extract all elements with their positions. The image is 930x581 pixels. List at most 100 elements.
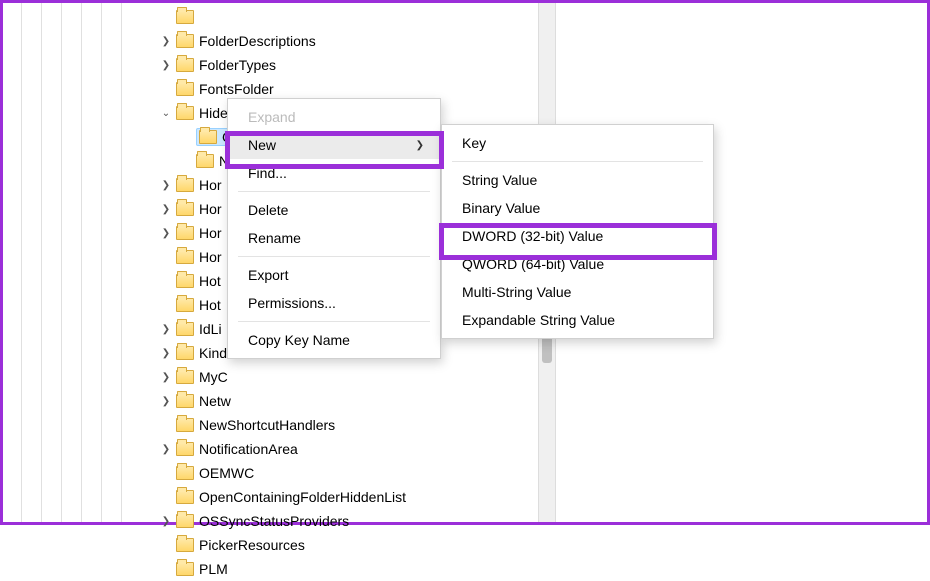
folder-icon bbox=[176, 466, 194, 480]
folder-icon bbox=[176, 394, 194, 408]
chevron-down-icon[interactable]: ⌄ bbox=[158, 105, 174, 121]
tree-node-label: Netw bbox=[199, 393, 237, 409]
chevron-right-icon[interactable]: ❯ bbox=[158, 33, 174, 49]
tree-node-label: IdLi bbox=[199, 321, 229, 337]
tree-node[interactable]: ❯PLM bbox=[3, 557, 543, 581]
menu-item[interactable]: Binary Value bbox=[442, 194, 713, 222]
folder-icon bbox=[176, 418, 194, 432]
new-submenu: Key String Value Binary Value DWORD (32-bit… bbox=[441, 124, 714, 339]
tree-node-label: Hor bbox=[199, 225, 229, 241]
menu-item-label: String Value bbox=[462, 172, 537, 188]
folder-icon bbox=[176, 298, 194, 312]
menu-item[interactable]: Copy Key Name bbox=[228, 326, 440, 354]
chevron-right-icon[interactable]: ❯ bbox=[158, 513, 174, 529]
menu-item[interactable]: Export bbox=[228, 261, 440, 289]
tree-node[interactable]: ❯FindExtensions bbox=[3, 5, 543, 29]
tree-node-label: Hot bbox=[199, 273, 229, 289]
chevron-right-icon[interactable]: ❯ bbox=[158, 369, 174, 385]
tree-node-label: NewShortcutHandlers bbox=[199, 417, 335, 433]
tree-node-label: OEMWC bbox=[199, 465, 254, 481]
folder-icon bbox=[199, 130, 217, 144]
folder-icon bbox=[176, 82, 194, 96]
chevron-right-icon: ❯ bbox=[416, 140, 424, 151]
menu-item-label: QWORD (64-bit) Value bbox=[462, 256, 604, 272]
menu-item[interactable]: Find... bbox=[228, 159, 440, 187]
menu-item[interactable]: Expandable String Value bbox=[442, 306, 713, 334]
chevron-right-icon[interactable]: ❯ bbox=[158, 393, 174, 409]
menu-item-label: New bbox=[248, 137, 276, 153]
menu-item[interactable]: Permissions... bbox=[228, 289, 440, 317]
folder-icon bbox=[176, 346, 194, 360]
menu-separator bbox=[452, 161, 703, 162]
tree-node-label: NotificationArea bbox=[199, 441, 298, 457]
tree-node[interactable]: ❯OEMWC bbox=[3, 461, 543, 485]
tree-node[interactable]: ❯ FolderDescriptions bbox=[3, 29, 543, 53]
folder-icon bbox=[176, 370, 194, 384]
chevron-right-icon[interactable]: ❯ bbox=[158, 57, 174, 73]
folder-icon bbox=[176, 178, 194, 192]
menu-item-label: Rename bbox=[248, 230, 301, 246]
tree-node[interactable]: ❯ OSSyncStatusProviders bbox=[3, 509, 543, 533]
folder-icon bbox=[176, 490, 194, 504]
folder-icon bbox=[176, 10, 194, 24]
tree-node-label: Hor bbox=[199, 249, 229, 265]
menu-separator bbox=[238, 191, 430, 192]
tree-node-label: Hor bbox=[199, 177, 229, 193]
tree-node-label: Hor bbox=[199, 201, 229, 217]
menu-item-label: Key bbox=[462, 135, 486, 151]
chevron-right-icon[interactable]: ❯ bbox=[158, 177, 174, 193]
tree-node-label: PLM bbox=[199, 561, 228, 577]
menu-item[interactable]: New ❯ bbox=[228, 131, 440, 159]
folder-icon bbox=[176, 34, 194, 48]
tree-node-label: FolderTypes bbox=[199, 57, 276, 73]
tree-node[interactable]: ❯ FolderTypes bbox=[3, 53, 543, 77]
folder-icon bbox=[176, 514, 194, 528]
folder-icon bbox=[176, 106, 194, 120]
chevron-right-icon[interactable]: ❯ bbox=[158, 321, 174, 337]
folder-icon bbox=[176, 226, 194, 240]
tree-node[interactable]: ❯ Netw bbox=[3, 389, 543, 413]
menu-item-label: Copy Key Name bbox=[248, 332, 350, 348]
menu-item[interactable]: QWORD (64-bit) Value bbox=[442, 250, 713, 278]
menu-separator bbox=[238, 321, 430, 322]
menu-item[interactable]: Key bbox=[442, 129, 713, 157]
menu-item[interactable]: Multi-String Value bbox=[442, 278, 713, 306]
context-menu: Expand New ❯ Find... Delete Rename Export Permi… bbox=[227, 98, 441, 359]
tree-node[interactable]: ❯PickerResources bbox=[3, 533, 543, 557]
chevron-right-icon[interactable]: ❯ bbox=[158, 441, 174, 457]
menu-item-label: Find... bbox=[248, 165, 287, 181]
tree-node-label: OSSyncStatusProviders bbox=[199, 513, 349, 529]
chevron-right-icon[interactable]: ❯ bbox=[158, 345, 174, 361]
menu-item: Expand bbox=[228, 103, 440, 131]
menu-item-label: Binary Value bbox=[462, 200, 540, 216]
menu-item[interactable]: String Value bbox=[442, 166, 713, 194]
folder-icon bbox=[176, 322, 194, 336]
menu-item-label: Export bbox=[248, 267, 288, 283]
tree-node-label: MyC bbox=[199, 369, 234, 385]
folder-icon bbox=[176, 250, 194, 264]
folder-icon bbox=[176, 58, 194, 72]
chevron-right-icon[interactable]: ❯ bbox=[158, 225, 174, 241]
folder-icon bbox=[176, 274, 194, 288]
menu-separator bbox=[238, 256, 430, 257]
menu-item-label: Delete bbox=[248, 202, 288, 218]
tree-node-label: FontsFolder bbox=[199, 81, 274, 97]
folder-icon bbox=[176, 538, 194, 552]
tree-node[interactable]: ❯ NotificationArea bbox=[3, 437, 543, 461]
folder-icon bbox=[196, 154, 214, 168]
chevron-right-icon[interactable]: ❯ bbox=[158, 201, 174, 217]
menu-item-label: Expand bbox=[248, 109, 295, 125]
tree-node[interactable]: ❯NewShortcutHandlers bbox=[3, 413, 543, 437]
menu-item[interactable]: Delete bbox=[228, 196, 440, 224]
folder-icon bbox=[176, 202, 194, 216]
tree-node[interactable]: ❯ MyC bbox=[3, 365, 543, 389]
tree-node-label: Hot bbox=[199, 297, 229, 313]
menu-item-label: DWORD (32-bit) Value bbox=[462, 228, 603, 244]
menu-item[interactable]: DWORD (32-bit) Value bbox=[442, 222, 713, 250]
tree-node[interactable]: ❯OpenContainingFolderHiddenList bbox=[3, 485, 543, 509]
tree-node-label: FolderDescriptions bbox=[199, 33, 316, 49]
folder-icon bbox=[176, 442, 194, 456]
menu-item-label: Expandable String Value bbox=[462, 312, 615, 328]
menu-item[interactable]: Rename bbox=[228, 224, 440, 252]
tree-node-label: PickerResources bbox=[199, 537, 305, 553]
